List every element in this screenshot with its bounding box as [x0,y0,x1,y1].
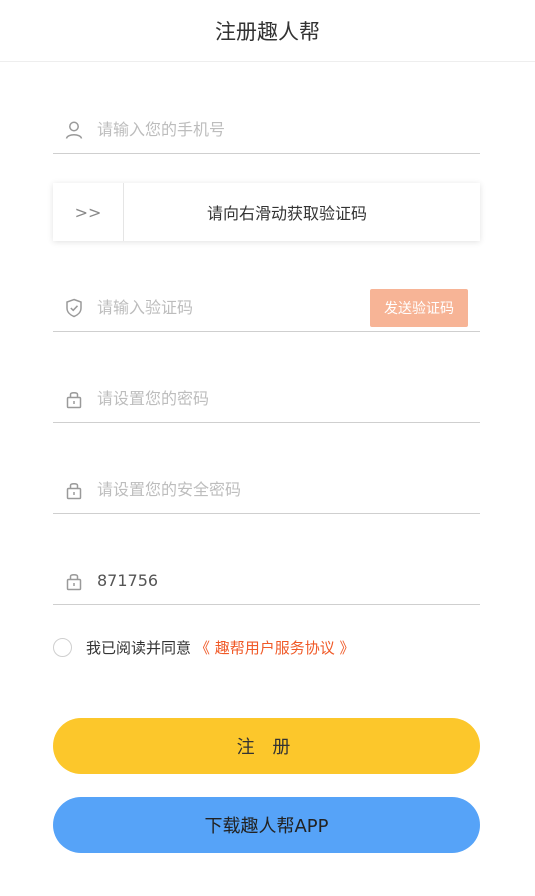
invite-code-field-row [53,557,480,605]
safe-password-input[interactable] [97,474,480,505]
agreement-row: 我已阅读并同意 《 趣帮用户服务协议 》 [53,634,355,660]
phone-input[interactable] [97,114,480,145]
safe-password-field-row [53,466,480,514]
page-header: 注册趣人帮 [0,0,535,62]
lock-icon [63,570,85,592]
shield-check-icon [63,297,85,319]
register-button[interactable]: 注 册 [53,718,480,774]
slide-verify-bar[interactable]: >> 请向右滑动获取验证码 [53,183,480,241]
user-icon [63,119,85,141]
page-title: 注册趣人帮 [215,19,320,44]
password-field-row [53,375,480,423]
download-app-button[interactable]: 下载趣人帮APP [53,797,480,853]
password-input[interactable] [97,383,480,414]
agreement-link[interactable]: 《 趣帮用户服务协议 》 [195,637,355,658]
code-field-row: 发送验证码 [53,284,480,332]
agreement-radio[interactable] [53,637,72,657]
double-chevron-right-icon: >> [74,202,102,222]
lock-icon [63,479,85,501]
invite-code-input[interactable] [97,565,480,596]
send-code-button[interactable]: 发送验证码 [370,288,468,327]
lock-icon [63,388,85,410]
slide-verify-label: 请向右滑动获取验证码 [206,204,367,223]
agreement-text: 我已阅读并同意 [86,638,192,657]
slide-handle[interactable]: >> [53,183,124,241]
phone-field-row [53,106,480,154]
